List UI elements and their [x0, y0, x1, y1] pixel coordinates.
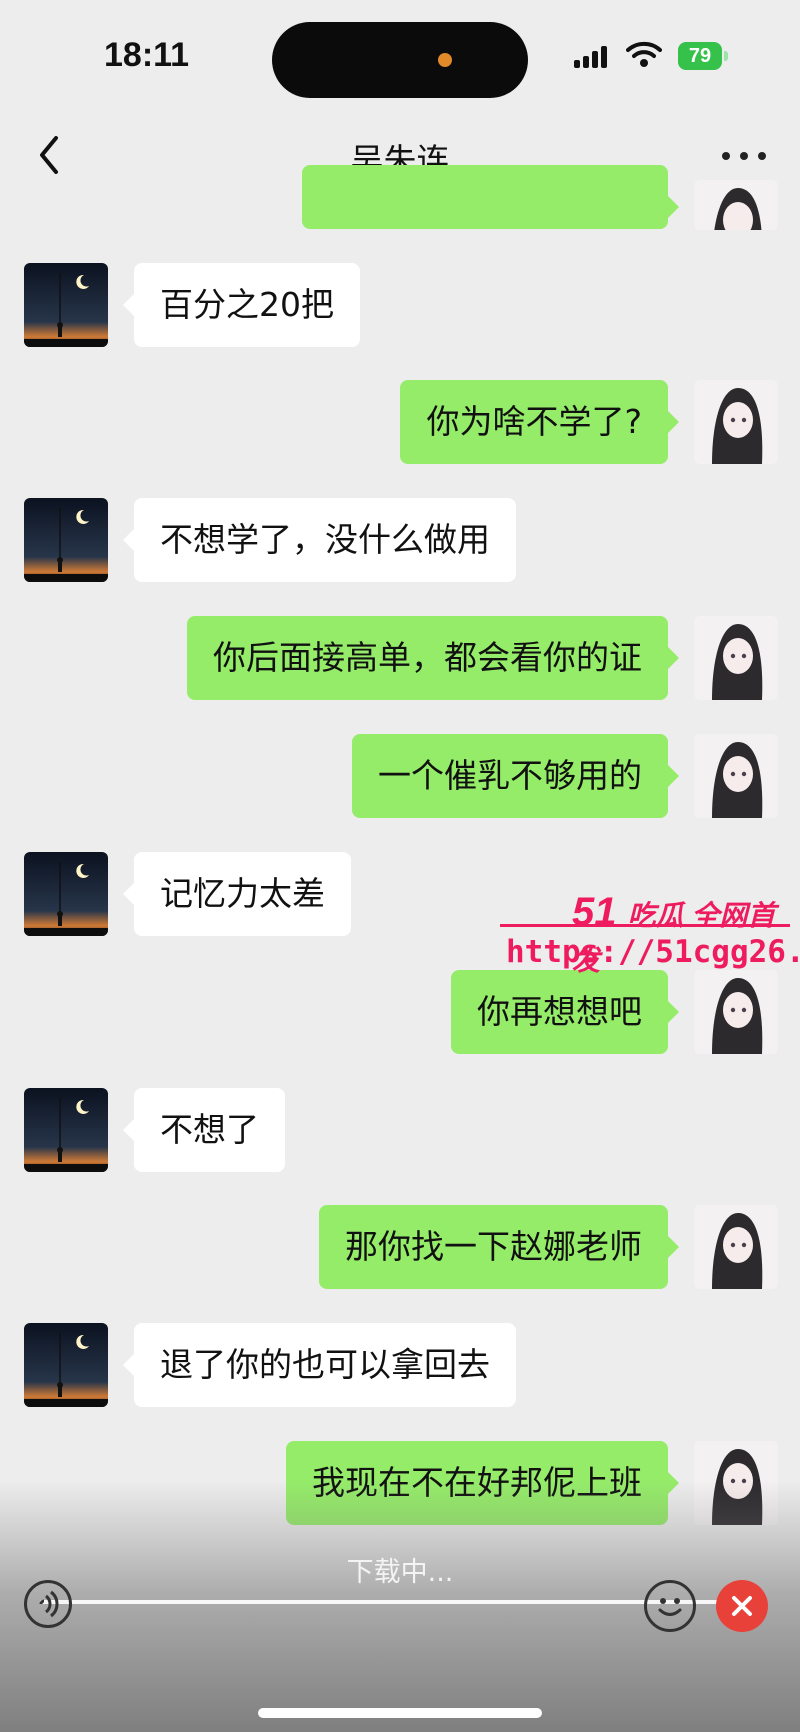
battery-icon: 79 — [678, 42, 722, 70]
incoming-message-bubble[interactable]: 不想学了，没什么做用 — [123, 498, 516, 582]
incoming-message-bubble[interactable]: 退了你的也可以拿回去 — [123, 1323, 516, 1407]
outgoing-message-bubble[interactable]: 那你找一下赵娜老师 — [319, 1205, 679, 1289]
chat-screen: 18:11 79 吴朱连 百分之20把 你为啥不学了? 不想学了，没什么做用 你… — [0, 0, 800, 1732]
outgoing-message-bubble[interactable]: 一个催乳不够用的 — [352, 734, 679, 818]
voice-icon[interactable] — [24, 1580, 72, 1628]
watermark-divider — [500, 924, 790, 927]
my-avatar[interactable] — [694, 616, 778, 700]
outgoing-message-bubble[interactable]: 你为啥不学了? — [400, 380, 679, 464]
incoming-message-bubble[interactable]: 百分之20把 — [123, 263, 360, 347]
contact-avatar[interactable] — [24, 1323, 108, 1407]
my-avatar[interactable] — [694, 180, 778, 230]
battery-cap — [724, 51, 728, 61]
outgoing-message-bubble[interactable]: 你再想想吧 — [451, 970, 679, 1054]
my-avatar[interactable] — [694, 380, 778, 464]
watermark-url: https://51cgg26.com — [506, 934, 800, 970]
contact-avatar[interactable] — [24, 263, 108, 347]
contact-avatar[interactable] — [24, 498, 108, 582]
download-progress-bar — [40, 1600, 740, 1604]
incoming-message-bubble[interactable]: 不想了 — [123, 1088, 285, 1172]
wifi-icon — [626, 41, 662, 67]
recording-dot-icon — [438, 53, 452, 67]
watermark-brand-number: 51 — [572, 890, 617, 934]
status-bar: 18:11 79 — [0, 0, 800, 118]
my-avatar[interactable] — [694, 734, 778, 818]
home-indicator — [258, 1708, 542, 1718]
signal-icon — [574, 46, 607, 68]
dynamic-island — [272, 22, 528, 98]
contact-avatar[interactable] — [24, 852, 108, 936]
more-dots-icon[interactable] — [722, 146, 768, 166]
contact-avatar[interactable] — [24, 1088, 108, 1172]
partial-message-bubble — [302, 165, 679, 229]
incoming-message-bubble[interactable]: 记忆力太差 — [123, 852, 351, 936]
my-avatar[interactable] — [694, 1205, 778, 1289]
outgoing-message-bubble[interactable]: 你后面接高单，都会看你的证 — [187, 616, 679, 700]
emoji-icon[interactable] — [644, 1580, 696, 1632]
my-avatar[interactable] — [694, 970, 778, 1054]
close-icon[interactable] — [716, 1580, 768, 1632]
status-time: 18:11 — [104, 36, 190, 74]
